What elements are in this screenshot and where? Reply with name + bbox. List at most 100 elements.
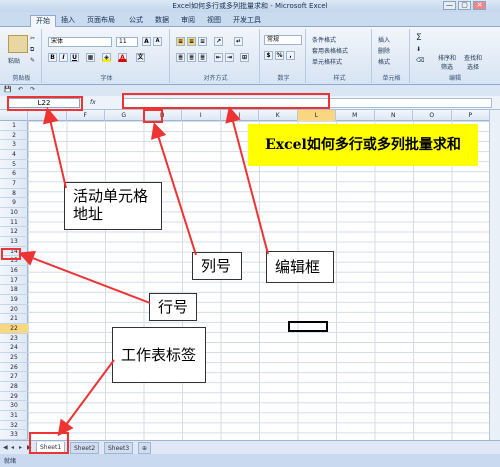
ribbon-tab[interactable]: 公式: [124, 15, 148, 27]
cell-grid[interactable]: [28, 121, 500, 440]
row-header-cell[interactable]: 7: [0, 179, 28, 189]
row-header-cell[interactable]: 4: [0, 150, 28, 160]
border-icon[interactable]: ▦: [86, 53, 95, 62]
shrink-font-button[interactable]: A: [153, 37, 162, 46]
row-header-cell[interactable]: 25: [0, 353, 28, 363]
close-button[interactable]: ✕: [473, 1, 486, 10]
minimize-button[interactable]: —: [443, 1, 456, 10]
insert-sheet-icon[interactable]: ⊕: [138, 442, 152, 454]
sheet-tab[interactable]: Sheet3: [104, 442, 134, 454]
conditional-format-button[interactable]: 条件格式: [312, 35, 336, 44]
ribbon-tab[interactable]: 视图: [202, 15, 226, 27]
column-header-cell[interactable]: N: [375, 110, 413, 121]
next-sheet-icon[interactable]: ▸: [19, 444, 25, 452]
ribbon-tab[interactable]: 开发工具: [228, 15, 266, 27]
underline-button[interactable]: U: [70, 53, 79, 62]
row-header-cell[interactable]: 29: [0, 392, 28, 402]
vertical-scrollbar[interactable]: [489, 110, 500, 440]
copy-icon[interactable]: ⧉: [30, 46, 34, 54]
first-sheet-icon[interactable]: ◀: [3, 444, 9, 452]
row-header-cell[interactable]: 28: [0, 382, 28, 392]
autosum-button[interactable]: Σ: [416, 33, 422, 43]
column-header-cell[interactable]: M: [336, 110, 375, 121]
font-size-select[interactable]: 11: [116, 37, 138, 47]
clear-icon[interactable]: ⌫: [416, 57, 424, 64]
maximize-button[interactable]: ▢: [458, 1, 471, 10]
comma-button[interactable]: ,: [286, 51, 295, 60]
font-color-button[interactable]: A: [118, 53, 127, 62]
paste-button[interactable]: 粘贴: [8, 56, 20, 65]
font-name-select[interactable]: 宋体: [48, 37, 112, 47]
row-header-cell[interactable]: 23: [0, 334, 28, 344]
paste-icon[interactable]: [8, 35, 28, 53]
increase-indent-icon[interactable]: ⇥: [225, 53, 234, 62]
row-header-cell[interactable]: 6: [0, 169, 28, 179]
row-header-cell[interactable]: 3: [0, 140, 28, 150]
prev-sheet-icon[interactable]: ◂: [11, 444, 17, 452]
column-header-cell[interactable]: E: [28, 110, 67, 121]
percent-button[interactable]: %: [275, 51, 284, 60]
column-header-cell[interactable]: K: [259, 110, 298, 121]
grow-font-button[interactable]: A: [142, 37, 151, 46]
row-header-cell[interactable]: 1: [0, 121, 28, 131]
row-header-cell[interactable]: 18: [0, 285, 28, 295]
column-header-cell[interactable]: P: [452, 110, 490, 121]
active-cell[interactable]: [288, 321, 328, 332]
row-header-cell[interactable]: 8: [0, 189, 28, 199]
merge-center-icon[interactable]: ⊞: [240, 53, 249, 62]
align-bottom-icon[interactable]: ≡: [198, 37, 207, 46]
italic-button[interactable]: I: [59, 53, 68, 62]
save-icon[interactable]: 💾: [4, 86, 11, 93]
format-button[interactable]: 格式: [378, 57, 390, 66]
column-header-cell[interactable]: L: [297, 110, 336, 121]
fx-button[interactable]: fx: [90, 99, 96, 106]
select-all-corner[interactable]: [0, 110, 28, 121]
orientation-icon[interactable]: ↗: [214, 37, 223, 46]
column-header-cell[interactable]: F: [67, 110, 105, 121]
align-left-icon[interactable]: ≣: [176, 53, 185, 62]
ribbon-tab[interactable]: 数据: [150, 15, 174, 27]
wrap-text-icon[interactable]: ↵: [234, 37, 243, 46]
row-header-cell[interactable]: 16: [0, 266, 28, 276]
row-header-cell[interactable]: 10: [0, 208, 28, 218]
row-header-cell[interactable]: 17: [0, 276, 28, 286]
column-header-cell[interactable]: O: [413, 110, 452, 121]
find-select-button[interactable]: 查找和 选择: [464, 53, 482, 71]
row-header-cell[interactable]: 19: [0, 295, 28, 305]
align-middle-icon[interactable]: ≡: [187, 37, 196, 46]
insert-button[interactable]: 插入: [378, 35, 390, 44]
row-header-cell[interactable]: 2: [0, 131, 28, 141]
row-header-cell[interactable]: 11: [0, 218, 28, 228]
row-header-cell[interactable]: 5: [0, 160, 28, 170]
cell-styles-button[interactable]: 单元格样式: [312, 57, 342, 66]
ribbon-tab[interactable]: 插入: [56, 15, 80, 27]
row-header-cell[interactable]: 12: [0, 227, 28, 237]
fill-icon[interactable]: ⬇: [416, 46, 421, 53]
row-header-cell[interactable]: 20: [0, 305, 28, 315]
undo-icon[interactable]: ↶: [18, 86, 23, 93]
cut-icon[interactable]: ✂: [30, 35, 35, 42]
align-right-icon[interactable]: ≣: [198, 53, 207, 62]
sheet-tab[interactable]: Sheet2: [70, 442, 100, 454]
align-top-icon[interactable]: ≡: [176, 37, 185, 46]
decrease-indent-icon[interactable]: ⇤: [214, 53, 223, 62]
number-format-select[interactable]: 常规: [264, 35, 302, 45]
align-center-icon[interactable]: ≣: [187, 53, 196, 62]
bold-button[interactable]: B: [48, 53, 57, 62]
row-header-cell[interactable]: 27: [0, 372, 28, 382]
row-header-cell[interactable]: 9: [0, 198, 28, 208]
format-as-table-button[interactable]: 套用表格格式: [312, 46, 348, 55]
row-header-cell[interactable]: 21: [0, 314, 28, 324]
row-header-cell[interactable]: 31: [0, 411, 28, 421]
ribbon-tab[interactable]: 审阅: [176, 15, 200, 27]
row-header-cell[interactable]: 24: [0, 343, 28, 353]
row-header-cell[interactable]: 26: [0, 363, 28, 373]
row-header-cell[interactable]: 30: [0, 401, 28, 411]
delete-button[interactable]: 删除: [378, 46, 390, 55]
phonetic-button[interactable]: 文: [136, 53, 145, 62]
ribbon-tab[interactable]: 开始: [30, 15, 56, 27]
redo-icon[interactable]: ↷: [30, 86, 35, 93]
format-painter-icon[interactable]: ✎: [30, 57, 35, 64]
row-header-cell[interactable]: 32: [0, 421, 28, 431]
column-header-cell[interactable]: J: [221, 110, 259, 121]
